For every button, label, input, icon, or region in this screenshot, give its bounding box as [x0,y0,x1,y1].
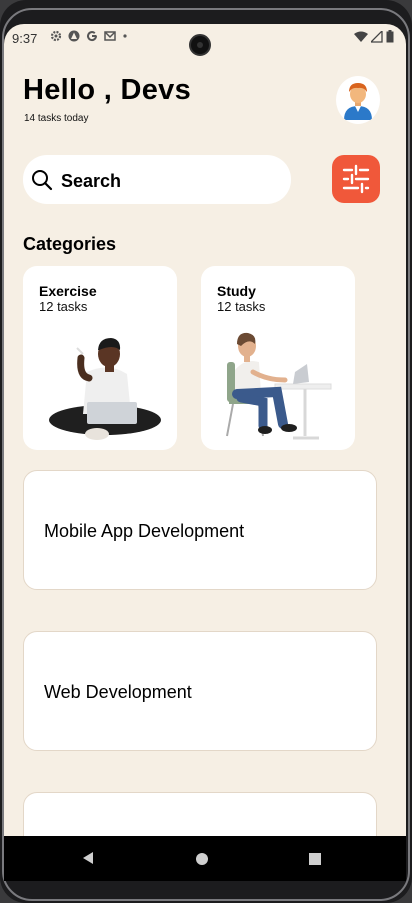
search-icon [32,170,53,191]
settings-icon [50,30,62,42]
avatar-icon [344,83,372,120]
back-icon[interactable] [81,851,95,865]
app-screen: 9:37 Hello , Devs 14 tasks today Search … [4,24,406,836]
project-title: Web Development [44,682,192,702]
status-bar: 9:37 [4,24,406,56]
tasks-today-label: 14 tasks today [24,113,89,124]
category-title: Study [217,283,256,299]
status-time: 9:37 [12,31,38,46]
study-illustration [226,332,332,440]
filter-icon [342,164,370,194]
google-icon [87,31,98,42]
project-card[interactable]: Web Development [23,631,377,751]
category-title: Exercise [39,283,97,299]
search-label: Search [61,171,122,191]
exercise-illustration [49,338,161,440]
greeting-title: Hello , Devs [23,74,191,106]
system-navigation-bar [4,836,406,881]
front-camera [189,34,211,56]
notification-icons [50,30,128,42]
project-title: Mobile App Development [44,521,245,541]
project-card[interactable]: Mobile App Development [23,470,377,590]
categories-heading: Categories [23,234,117,254]
device-frame: 9:37 Hello , Devs 14 tasks today Search … [0,0,412,903]
recents-icon[interactable] [309,853,321,865]
wifi-icon [354,31,368,42]
dot-icon [123,34,127,38]
filter-button[interactable] [332,155,380,203]
home-icon[interactable] [196,853,208,865]
sync-icon [68,30,80,42]
search-bar[interactable]: Search [23,155,291,204]
avatar[interactable] [336,76,380,124]
project-card[interactable] [23,792,377,836]
category-card-exercise[interactable]: Exercise 12 tasks [23,266,177,450]
category-card-study[interactable]: Study 12 tasks [201,266,355,450]
mail-icon [104,31,116,41]
system-indicators [354,30,394,43]
battery-icon [386,30,394,43]
signal-icon [371,30,383,43]
